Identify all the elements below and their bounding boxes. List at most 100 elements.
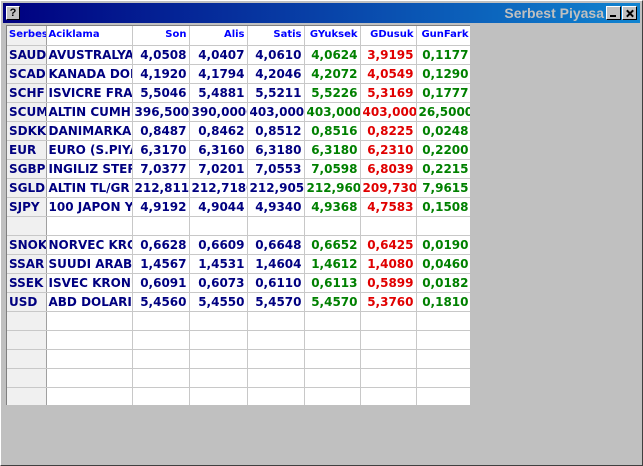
cell-ask[interactable]: [247, 330, 305, 350]
column-header-serbest[interactable]: Serbest: [7, 26, 47, 46]
table-row[interactable]: EUR EURO (S.PIYA 6,3170 6,3160 6,3180 6,3180 6…: [7, 140, 470, 160]
cell-description[interactable]: INGILIZ STERI: [46, 159, 133, 179]
cell-description[interactable]: ABD DOLARI (: [46, 292, 133, 312]
cell-day-low[interactable]: 0,8225: [360, 121, 417, 141]
table-row[interactable]: [7, 216, 470, 236]
cell-symbol[interactable]: USD: [7, 292, 47, 312]
cell-ask[interactable]: 5,5211: [247, 83, 305, 103]
cell-day-high[interactable]: 0,6113: [304, 273, 361, 293]
help-button[interactable]: ?: [6, 6, 20, 20]
cell-description[interactable]: [46, 368, 133, 388]
minimize-button[interactable]: [606, 6, 621, 20]
table-row[interactable]: SGBP INGILIZ STERI 7,0377 7,0201 7,0553 7,059…: [7, 159, 470, 179]
cell-day-change[interactable]: 7,9615: [416, 178, 470, 198]
cell-day-change[interactable]: 0,1777: [416, 83, 470, 103]
cell-ask[interactable]: 4,2046: [247, 64, 305, 84]
cell-symbol[interactable]: SSAR: [7, 254, 47, 274]
table-row[interactable]: SNOK NORVEC KRO 0,6628 0,6609 0,6648 0,6652 0,…: [7, 235, 470, 255]
cell-symbol[interactable]: SCHF: [7, 83, 47, 103]
cell-day-high[interactable]: 1,4612: [304, 254, 361, 274]
cell-description[interactable]: ISVEC KRONU: [46, 273, 133, 293]
column-header-satis[interactable]: Satis: [247, 26, 305, 46]
cell-description[interactable]: [46, 216, 133, 236]
cell-last[interactable]: 0,8487: [132, 121, 190, 141]
cell-bid[interactable]: 5,4881: [189, 83, 248, 103]
cell-symbol[interactable]: SGLD: [7, 178, 47, 198]
cell-day-high[interactable]: [304, 330, 361, 350]
cell-description[interactable]: [46, 311, 133, 331]
cell-last[interactable]: 5,5046: [132, 83, 190, 103]
cell-ask[interactable]: 7,0553: [247, 159, 305, 179]
cell-bid[interactable]: 5,4550: [189, 292, 248, 312]
cell-day-change[interactable]: [416, 311, 470, 331]
cell-day-change[interactable]: 0,2215: [416, 159, 470, 179]
cell-last[interactable]: 6,3170: [132, 140, 190, 160]
cell-day-high[interactable]: 4,9368: [304, 197, 361, 217]
cell-day-change[interactable]: 0,0248: [416, 121, 470, 141]
cell-bid[interactable]: 7,0201: [189, 159, 248, 179]
cell-last[interactable]: [132, 387, 190, 405]
cell-bid[interactable]: 4,9044: [189, 197, 248, 217]
cell-day-high[interactable]: 403,0000: [304, 102, 361, 122]
cell-ask[interactable]: [247, 216, 305, 236]
table-row[interactable]: SSEK ISVEC KRONU 0,6091 0,6073 0,6110 0,6113 0…: [7, 273, 470, 293]
cell-description[interactable]: ALTIN TL/GR: [46, 178, 133, 198]
cell-symbol[interactable]: SNOK: [7, 235, 47, 255]
table-row[interactable]: SCUMALTIN CUMHU396,5000390,0000403,00004…: [7, 102, 470, 122]
cell-description[interactable]: [46, 349, 133, 369]
cell-description[interactable]: EURO (S.PIYA: [46, 140, 133, 160]
cell-description[interactable]: ALTIN CUMHU: [46, 102, 133, 122]
cell-bid[interactable]: [189, 368, 248, 388]
cell-day-high[interactable]: [304, 349, 361, 369]
table-row[interactable]: SGLDALTIN TL/GR212,8115212,7180212,90502…: [7, 178, 470, 198]
cell-day-change[interactable]: 0,0190: [416, 235, 470, 255]
cell-symbol[interactable]: SAUD: [7, 45, 47, 65]
cell-bid[interactable]: 6,3160: [189, 140, 248, 160]
cell-bid[interactable]: 0,8462: [189, 121, 248, 141]
column-header-gyuksek[interactable]: GYuksek: [304, 26, 361, 46]
table-row[interactable]: [7, 311, 470, 331]
column-header-aciklama[interactable]: Aciklama: [46, 26, 133, 46]
cell-day-change[interactable]: 0,1290: [416, 64, 470, 84]
cell-day-low[interactable]: 3,9195: [360, 45, 417, 65]
cell-description[interactable]: NORVEC KRO: [46, 235, 133, 255]
cell-day-high[interactable]: 6,3180: [304, 140, 361, 160]
cell-day-high[interactable]: [304, 216, 361, 236]
cell-ask[interactable]: 1,4604: [247, 254, 305, 274]
table-row[interactable]: [7, 368, 470, 388]
column-header-alis[interactable]: Alis: [189, 26, 248, 46]
cell-last[interactable]: 4,9192: [132, 197, 190, 217]
cell-symbol[interactable]: EUR: [7, 140, 47, 160]
table-row[interactable]: SCADKANADA DOLA4,19204,17944,20464,20724…: [7, 64, 470, 84]
cell-symbol[interactable]: [7, 330, 47, 350]
cell-bid[interactable]: [189, 216, 248, 236]
cell-description[interactable]: [46, 330, 133, 350]
quote-grid[interactable]: Serbest Aciklama Son Alis Satis GYuksek …: [6, 25, 470, 405]
cell-last[interactable]: 212,8115: [132, 178, 190, 198]
cell-day-low[interactable]: 0,6425: [360, 235, 417, 255]
cell-symbol[interactable]: [7, 387, 47, 405]
table-row[interactable]: [7, 330, 470, 350]
cell-last[interactable]: 1,4567: [132, 254, 190, 274]
cell-description[interactable]: SUUDI ARABIS: [46, 254, 133, 274]
cell-bid[interactable]: 390,0000: [189, 102, 248, 122]
cell-day-change[interactable]: [416, 368, 470, 388]
column-header-gunfark[interactable]: GunFark: [416, 26, 470, 46]
cell-day-change[interactable]: 0,1810: [416, 292, 470, 312]
cell-last[interactable]: 5,4560: [132, 292, 190, 312]
cell-day-low[interactable]: [360, 311, 417, 331]
close-button[interactable]: [622, 6, 637, 20]
cell-ask[interactable]: [247, 387, 305, 405]
cell-day-change[interactable]: 0,1508: [416, 197, 470, 217]
cell-ask[interactable]: 4,0610: [247, 45, 305, 65]
title-bar[interactable]: ? Serbest Piyasa: [3, 3, 640, 23]
cell-day-change[interactable]: [416, 330, 470, 350]
cell-day-high[interactable]: [304, 368, 361, 388]
cell-symbol[interactable]: [7, 216, 47, 236]
cell-bid[interactable]: 212,7180: [189, 178, 248, 198]
table-row[interactable]: [7, 387, 470, 405]
cell-day-change[interactable]: 0,2200: [416, 140, 470, 160]
cell-symbol[interactable]: SGBP: [7, 159, 47, 179]
table-row[interactable]: SDKKDANIMARKA K0,84870,84620,85120,85160…: [7, 121, 470, 141]
cell-ask[interactable]: 4,9340: [247, 197, 305, 217]
